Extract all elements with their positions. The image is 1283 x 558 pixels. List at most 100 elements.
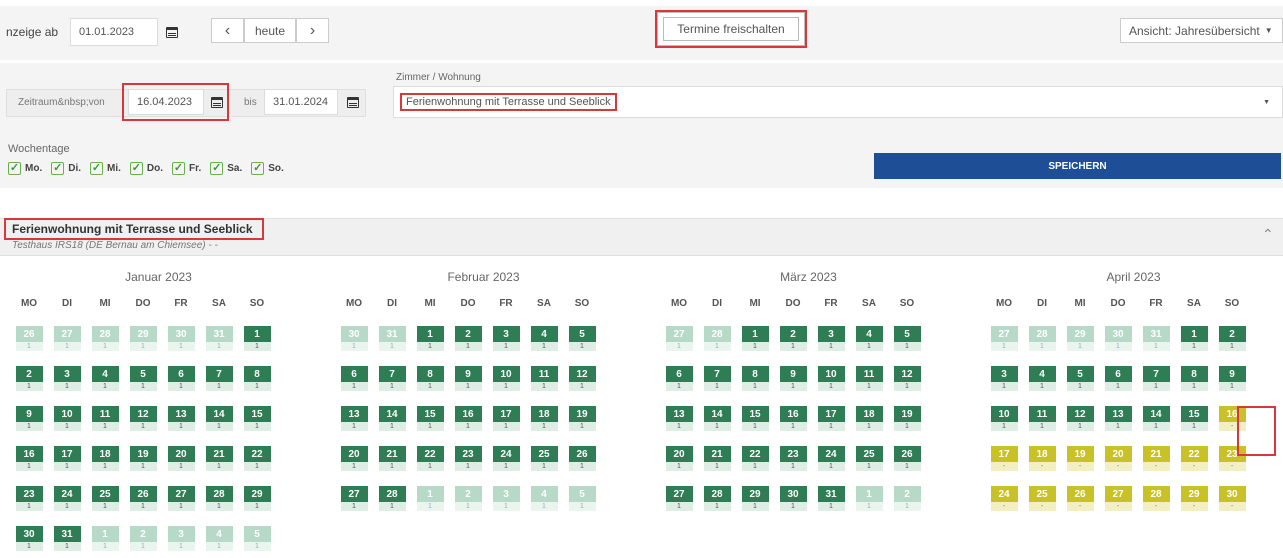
day-cell[interactable]: 11 xyxy=(243,326,271,351)
day-cell[interactable]: 14 1 xyxy=(205,406,233,431)
chevron-up-icon[interactable]: ⌃ xyxy=(1262,226,1274,243)
day-cell[interactable]: 25 1 xyxy=(855,446,883,471)
day-cell[interactable]: 13 1 xyxy=(340,406,368,431)
day-cell[interactable]: 21 xyxy=(779,326,807,351)
day-cell[interactable]: 20- xyxy=(1104,446,1132,471)
day-cell[interactable]: 31 1 xyxy=(817,486,845,511)
view-select[interactable]: Ansicht: Jahresübersicht ▼ xyxy=(1120,18,1283,43)
day-cell[interactable]: 31 xyxy=(817,326,845,351)
day-cell[interactable]: 21- xyxy=(1142,446,1170,471)
day-cell[interactable]: 27 1 xyxy=(665,486,693,511)
day-cell[interactable]: 51 xyxy=(568,326,596,351)
day-cell[interactable]: 18 1 xyxy=(530,406,558,431)
day-cell[interactable]: 11 xyxy=(91,526,119,551)
day-cell[interactable]: 24 1 xyxy=(492,446,520,471)
day-cell[interactable]: 12 1 xyxy=(568,366,596,391)
today-button[interactable]: heute xyxy=(244,18,296,43)
from-date-input[interactable]: 16.04.2023 xyxy=(128,89,204,115)
day-cell[interactable]: 81 xyxy=(243,366,271,391)
day-cell[interactable]: 13 1 xyxy=(167,406,195,431)
day-cell[interactable]: 18 1 xyxy=(855,406,883,431)
day-cell[interactable]: 24 1 xyxy=(53,486,81,511)
day-cell[interactable]: 27 1 xyxy=(167,486,195,511)
to-date-input[interactable]: 31.01.2024 xyxy=(264,89,338,115)
day-cell[interactable]: 28 1 xyxy=(378,486,406,511)
day-cell[interactable]: 30 1 xyxy=(1104,326,1132,351)
day-cell[interactable]: 27 1 xyxy=(53,326,81,351)
day-cell[interactable]: 29 1 xyxy=(1066,326,1094,351)
day-cell[interactable]: 41 xyxy=(205,526,233,551)
day-cell[interactable]: 28- xyxy=(1142,486,1170,511)
day-cell[interactable]: 11 1 xyxy=(530,366,558,391)
day-cell[interactable]: 22 1 xyxy=(741,446,769,471)
weekday-checkbox[interactable]: ✓ Mi. xyxy=(90,162,121,175)
day-cell[interactable]: 16 1 xyxy=(15,446,43,471)
day-cell[interactable]: 21 1 xyxy=(205,446,233,471)
day-cell[interactable]: 41 xyxy=(91,366,119,391)
day-cell[interactable]: 71 xyxy=(703,366,731,391)
day-cell[interactable]: 10 1 xyxy=(817,366,845,391)
day-cell[interactable]: 91 xyxy=(779,366,807,391)
day-cell[interactable]: 17 1 xyxy=(53,446,81,471)
day-cell[interactable]: 51 xyxy=(1066,366,1094,391)
day-cell[interactable]: 11 xyxy=(416,486,444,511)
day-cell[interactable]: 23 1 xyxy=(15,486,43,511)
day-cell[interactable]: 14 1 xyxy=(1142,406,1170,431)
chevron-right-icon[interactable]: › xyxy=(296,18,329,43)
day-cell[interactable]: 10 1 xyxy=(53,406,81,431)
day-cell[interactable]: 30 1 xyxy=(779,486,807,511)
day-cell[interactable]: 81 xyxy=(741,366,769,391)
day-cell[interactable]: 11 xyxy=(741,326,769,351)
day-cell[interactable]: 81 xyxy=(416,366,444,391)
day-cell[interactable]: 21 xyxy=(454,486,482,511)
save-button[interactable]: SPEICHERN xyxy=(874,153,1281,179)
day-cell[interactable]: 91 xyxy=(1218,366,1246,391)
day-cell[interactable]: 20 1 xyxy=(340,446,368,471)
day-cell[interactable]: 27 1 xyxy=(990,326,1018,351)
day-cell[interactable]: 27 1 xyxy=(665,326,693,351)
day-cell[interactable]: 31 1 xyxy=(53,526,81,551)
day-cell[interactable]: 31 1 xyxy=(205,326,233,351)
day-cell[interactable]: 30- xyxy=(1218,486,1246,511)
day-cell[interactable]: 28 1 xyxy=(703,486,731,511)
day-cell[interactable]: 91 xyxy=(454,366,482,391)
day-cell[interactable]: 14 1 xyxy=(703,406,731,431)
calendar-icon[interactable] xyxy=(204,90,230,114)
day-cell[interactable]: 31 xyxy=(492,326,520,351)
day-cell[interactable]: 11 xyxy=(855,486,883,511)
day-cell[interactable]: 28 1 xyxy=(1028,326,1056,351)
day-cell[interactable]: 12 1 xyxy=(129,406,157,431)
day-cell[interactable]: 13 1 xyxy=(1104,406,1132,431)
day-cell[interactable]: 11 1 xyxy=(1028,406,1056,431)
day-cell[interactable]: 22 1 xyxy=(243,446,271,471)
day-cell[interactable]: 21 xyxy=(454,326,482,351)
day-cell[interactable]: 29 1 xyxy=(741,486,769,511)
day-cell[interactable]: 41 xyxy=(1028,366,1056,391)
day-cell[interactable]: 26 1 xyxy=(15,326,43,351)
day-cell[interactable]: 10 1 xyxy=(990,406,1018,431)
day-cell[interactable]: 31 xyxy=(167,526,195,551)
day-cell[interactable]: 11 xyxy=(1180,326,1208,351)
unlock-dates-button[interactable]: Termine freischalten xyxy=(655,10,807,48)
day-cell[interactable]: 20 1 xyxy=(665,446,693,471)
day-cell[interactable]: 28 1 xyxy=(91,326,119,351)
day-cell[interactable]: 61 xyxy=(665,366,693,391)
day-cell[interactable]: 17 1 xyxy=(817,406,845,431)
day-cell[interactable]: 12 1 xyxy=(1066,406,1094,431)
day-cell[interactable]: 14 1 xyxy=(378,406,406,431)
day-cell[interactable]: 30 1 xyxy=(340,326,368,351)
day-cell[interactable]: 28 1 xyxy=(205,486,233,511)
day-cell[interactable]: 17 1 xyxy=(492,406,520,431)
day-cell[interactable]: 19 1 xyxy=(129,446,157,471)
weekday-checkbox[interactable]: ✓ Mo. xyxy=(8,162,42,175)
day-cell[interactable]: 21 xyxy=(1218,326,1246,351)
calendar-icon[interactable] xyxy=(340,90,366,114)
day-cell[interactable]: 41 xyxy=(530,486,558,511)
day-cell[interactable]: 51 xyxy=(893,326,921,351)
day-cell[interactable]: 16 1 xyxy=(779,406,807,431)
day-cell[interactable]: 31 xyxy=(53,366,81,391)
day-cell[interactable]: 26 1 xyxy=(893,446,921,471)
day-cell[interactable]: 21 xyxy=(893,486,921,511)
day-cell[interactable]: 11 xyxy=(416,326,444,351)
day-cell[interactable]: 20 1 xyxy=(167,446,195,471)
